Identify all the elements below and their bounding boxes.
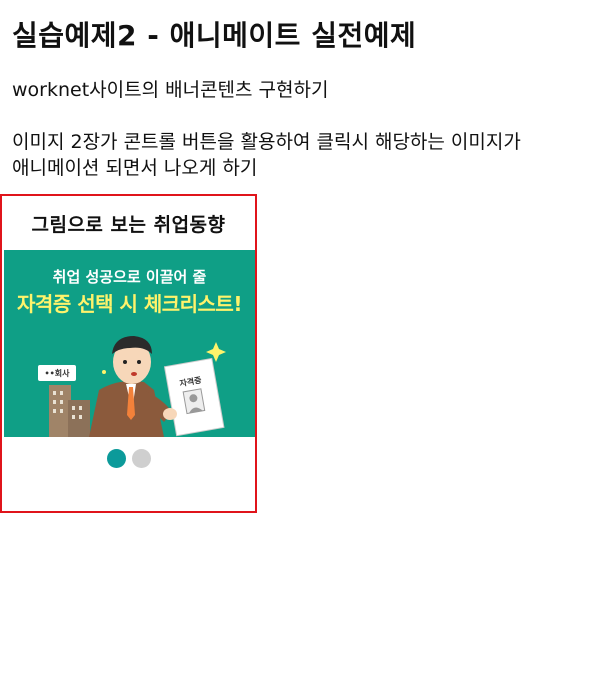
banner-title: 그림으로 보는 취업동향 [31, 214, 226, 236]
page-title: 실습예제2 - 애니메이트 실전예제 [12, 19, 417, 52]
slide-headline: 취업 성공으로 이끌어 줄 [52, 268, 207, 286]
slide-subheadline: 자격증 선택 시 체크리스트! [17, 292, 242, 316]
description-line-2: 이미지 2장가 콘트롤 버튼을 활용하여 클릭시 해당하는 이미지가 [12, 131, 521, 153]
banner-slide-image: ••회사 자격증 취업 성공으로 이끌어 줄 자격증 선택 시 체크리스트! [4, 250, 255, 437]
slide-dot-1[interactable] [106, 449, 126, 468]
description-line-3: 애니메이션 되면서 나오게 하기 [12, 157, 258, 179]
slide-dot-2[interactable] [131, 449, 151, 468]
slide-controls [2, 449, 255, 471]
company-sign-label: ••회사 [45, 368, 71, 378]
banner-container: 그림으로 보는 취업동향 ••회사 자격증 취업 성공으로 이끌어 줄 자격증 … [0, 194, 257, 513]
page: 실습예제2 - 애니메이트 실전예제 worknet사이트의 배너콘텐츠 구현하… [0, 0, 597, 678]
description-line-1: worknet사이트의 배너콘텐츠 구현하기 [12, 79, 329, 101]
